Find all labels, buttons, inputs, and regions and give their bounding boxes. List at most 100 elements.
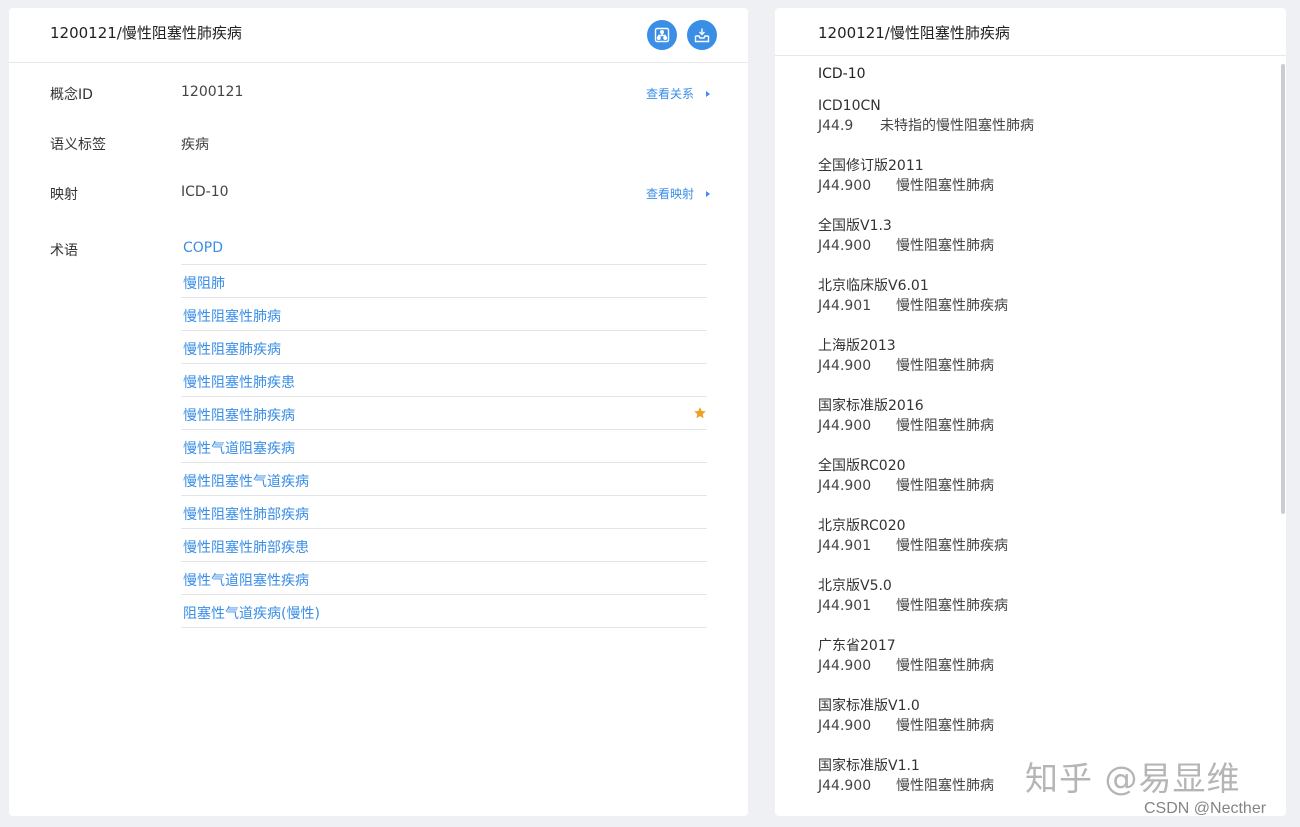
icd-code-line: J44.9 未特指的慢性阻塞性肺病 bbox=[818, 116, 1258, 136]
term-item[interactable]: 慢性阻塞性肺部疾病 bbox=[181, 496, 707, 529]
icd-version: 全国版RC020 bbox=[818, 458, 906, 474]
term-list: COPD 慢阻肺慢性阻塞性肺病 慢性阻塞肺疾病 慢性阻塞性肺疾患 慢性阻塞性肺疾病 慢性气… bbox=[181, 232, 707, 628]
terms-label: 术语 bbox=[50, 243, 78, 259]
icd-mapping-item: 上海版2013 J44.900 慢性阻塞性肺病 bbox=[818, 336, 1258, 396]
icd-name: 慢性阻塞性肺病 bbox=[896, 658, 994, 674]
caret-right-icon bbox=[706, 190, 710, 197]
concept-id-value: 1200121 bbox=[181, 84, 244, 100]
mapping-title: 1200121/慢性阻塞性肺疾病 bbox=[818, 24, 1010, 42]
term-text: 慢性阻塞性气道疾病 bbox=[183, 474, 309, 490]
term-text: 慢性气道阻塞性疾病 bbox=[183, 573, 309, 589]
semantic-tag-label: 语义标签 bbox=[50, 137, 106, 153]
icd-version: 广东省2017 bbox=[818, 638, 896, 654]
term-text: 慢阻肺 bbox=[183, 276, 225, 292]
term-item[interactable]: 慢性阻塞性肺部疾患 bbox=[181, 529, 707, 562]
icd-code-line: J44.901 慢性阻塞性肺疾病 bbox=[818, 596, 1258, 616]
scrollbar-thumb[interactable] bbox=[1281, 64, 1285, 514]
icd-mapping-item: 北京版V5.0 J44.901 慢性阻塞性肺疾病 bbox=[818, 576, 1258, 636]
relation-graph-icon bbox=[654, 27, 670, 43]
icd-code-line: J44.900 慢性阻塞性肺病 bbox=[818, 356, 1258, 376]
concept-detail-panel: 1200121/慢性阻塞性肺疾病 概念ID 1200121 查看关系 语义标签 … bbox=[9, 8, 748, 816]
semantic-tag-value: 疾病 bbox=[181, 137, 209, 153]
term-text: COPD bbox=[183, 240, 224, 256]
term-text: 慢性阻塞肺疾病 bbox=[183, 342, 281, 358]
icd-name: 慢性阻塞性肺疾病 bbox=[896, 298, 1008, 314]
icd-name: 慢性阻塞性肺病 bbox=[896, 418, 994, 434]
icd-code-line: J44.900 慢性阻塞性肺病 bbox=[818, 176, 1258, 196]
term-item[interactable]: 慢性阻塞性肺疾病 bbox=[181, 397, 707, 430]
icd-version: 上海版2013 bbox=[818, 338, 896, 354]
term-item[interactable]: 慢性阻塞肺疾病 bbox=[181, 331, 707, 364]
icd-code: J44.901 bbox=[818, 598, 872, 614]
icd-code-line: J44.900 慢性阻塞性肺病 bbox=[818, 236, 1258, 256]
icd-mapping-item: ICD10CN J44.9 未特指的慢性阻塞性肺病 bbox=[818, 96, 1258, 156]
icd-code: J44.900 bbox=[818, 478, 872, 494]
term-item[interactable]: 慢性阻塞性肺疾患 bbox=[181, 364, 707, 397]
icd-code: J44.900 bbox=[818, 418, 872, 434]
icd-mapping-item: 全国版V1.3 J44.900 慢性阻塞性肺病 bbox=[818, 216, 1258, 276]
view-relations-label: 查看关系 bbox=[645, 87, 694, 101]
icd-code-line: J44.900 慢性阻塞性肺病 bbox=[818, 656, 1258, 676]
icd-mapping-item: 广东省2017 J44.900 慢性阻塞性肺病 bbox=[818, 636, 1258, 696]
icd-code-line: J44.901 慢性阻塞性肺疾病 bbox=[818, 536, 1258, 556]
star-icon bbox=[694, 407, 706, 419]
term-text: 慢性阻塞性肺病 bbox=[183, 309, 281, 325]
icd-mapping-item: 国家标准版2016 J44.900 慢性阻塞性肺病 bbox=[818, 396, 1258, 456]
term-item[interactable]: 阻塞性气道疾病(慢性) bbox=[181, 595, 707, 628]
export-button[interactable] bbox=[687, 20, 717, 50]
zhihu-watermark: 知乎 @易显维 bbox=[1025, 759, 1241, 798]
icd-version: ICD10CN bbox=[818, 98, 881, 114]
icd-code: J44.901 bbox=[818, 298, 872, 314]
icd-name: 慢性阻塞性肺病 bbox=[896, 178, 994, 194]
term-text: 阻塞性气道疾病(慢性) bbox=[183, 606, 320, 622]
icd-version: 北京版RC020 bbox=[818, 518, 906, 534]
icd-code-line: J44.900 慢性阻塞性肺病 bbox=[818, 416, 1258, 436]
icd-name: 慢性阻塞性肺疾病 bbox=[896, 598, 1008, 614]
icd-code: J44.900 bbox=[818, 718, 872, 734]
term-item[interactable]: 慢性气道阻塞疾病 bbox=[181, 430, 707, 463]
icd-name: 慢性阻塞性肺病 bbox=[896, 778, 994, 794]
term-item[interactable]: 慢性阻塞性气道疾病 bbox=[181, 463, 707, 496]
icd-code: J44.900 bbox=[818, 238, 872, 254]
icd-version: 国家标准版V1.0 bbox=[818, 698, 920, 714]
term-item[interactable]: 慢性阻塞性肺病 bbox=[181, 298, 707, 331]
icd-name: 慢性阻塞性肺疾病 bbox=[896, 538, 1008, 554]
icd-code: J44.900 bbox=[818, 178, 872, 194]
concept-header: 1200121/慢性阻塞性肺疾病 bbox=[9, 8, 748, 63]
mapping-header: 1200121/慢性阻塞性肺疾病 bbox=[775, 8, 1286, 56]
icd-name: 慢性阻塞性肺病 bbox=[896, 718, 994, 734]
view-mapping-link[interactable]: 查看映射 bbox=[646, 185, 710, 202]
icd-version: 北京临床版V6.01 bbox=[818, 278, 929, 294]
mapping-row: 映射 ICD-10 查看映射 bbox=[50, 184, 710, 206]
icd-mapping-item: 北京临床版V6.01 J44.901 慢性阻塞性肺疾病 bbox=[818, 276, 1258, 336]
icd-mapping-item: 全国版RC020 J44.900 慢性阻塞性肺病 bbox=[818, 456, 1258, 516]
concept-title: 1200121/慢性阻塞性肺疾病 bbox=[50, 24, 242, 42]
term-text: 慢性气道阻塞疾病 bbox=[183, 441, 295, 457]
csdn-credit: CSDN @Necther bbox=[1144, 800, 1267, 817]
term-text: 慢性阻塞性肺疾患 bbox=[183, 375, 295, 391]
icd-code: J44.900 bbox=[818, 358, 872, 374]
term-text: 慢性阻塞性肺部疾病 bbox=[183, 507, 309, 523]
term-text: 慢性阻塞性肺部疾患 bbox=[183, 540, 309, 556]
icd-code: J44.9 bbox=[818, 118, 854, 134]
icd-version: 北京版V5.0 bbox=[818, 578, 892, 594]
concept-id-row: 概念ID 1200121 查看关系 bbox=[50, 84, 710, 106]
icd-code-line: J44.900 慢性阻塞性肺病 bbox=[818, 476, 1258, 496]
icd-name: 慢性阻塞性肺病 bbox=[896, 478, 994, 494]
icd-mapping-list: ICD-10 ICD10CN J44.9 未特指的慢性阻塞性肺病 全国修订版2011 J… bbox=[818, 66, 1258, 816]
icd-mapping-item: 全国修订版2011 J44.900 慢性阻塞性肺病 bbox=[818, 156, 1258, 216]
icd-version: 国家标准版2016 bbox=[818, 398, 924, 414]
icd-code: J44.900 bbox=[818, 778, 872, 794]
view-relations-link[interactable]: 查看关系 bbox=[646, 85, 710, 102]
term-item[interactable]: 慢阻肺 bbox=[181, 265, 707, 298]
term-item[interactable]: COPD bbox=[181, 232, 707, 265]
icd-mapping-item: 北京版RC020 J44.901 慢性阻塞性肺疾病 bbox=[818, 516, 1258, 576]
icd-name: 慢性阻塞性肺病 bbox=[896, 358, 994, 374]
icd-name: 未特指的慢性阻塞性肺病 bbox=[880, 118, 1034, 134]
relation-graph-button[interactable] bbox=[647, 20, 677, 50]
term-text: 慢性阻塞性肺疾病 bbox=[183, 408, 295, 424]
icd-code: J44.900 bbox=[818, 658, 872, 674]
icd-version: 全国版V1.3 bbox=[818, 218, 892, 234]
icd-name: 慢性阻塞性肺病 bbox=[896, 238, 994, 254]
term-item[interactable]: 慢性气道阻塞性疾病 bbox=[181, 562, 707, 595]
